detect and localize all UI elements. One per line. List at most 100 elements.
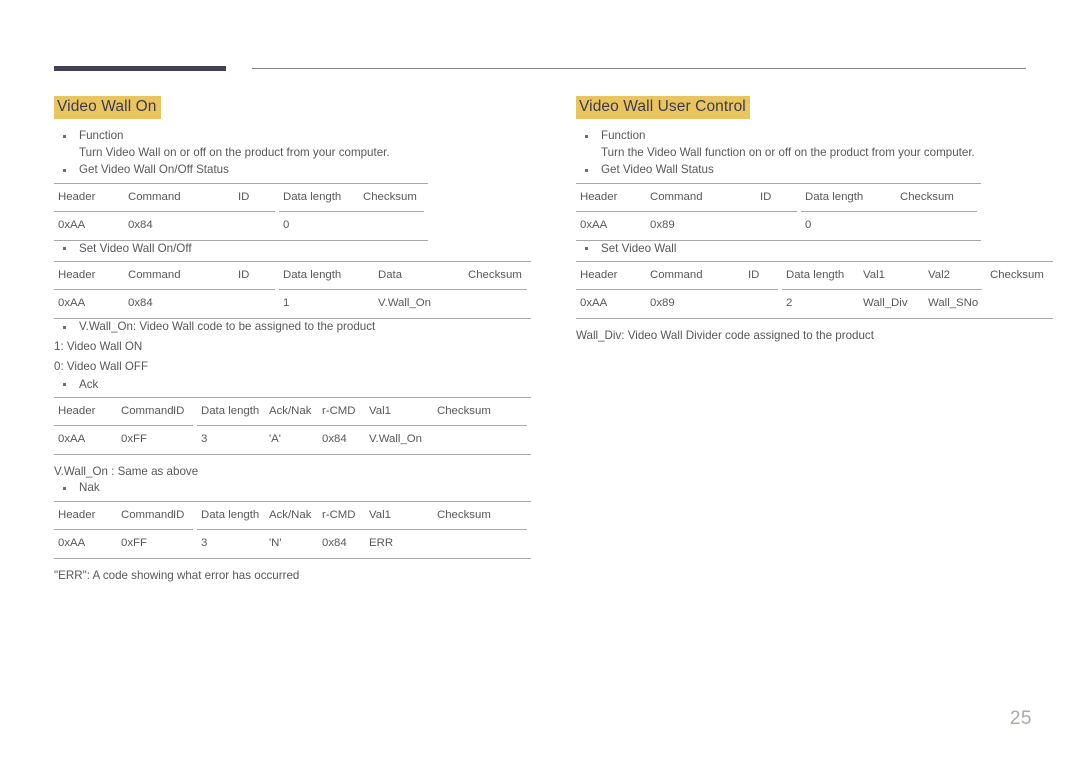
table-cell: 0xFF	[121, 433, 147, 445]
table-footnote: "ERR": A code showing what error has occ…	[54, 568, 300, 582]
bullet-label: Function	[601, 129, 646, 142]
table-midrule	[197, 528, 527, 530]
table-cell: 0x84	[128, 297, 153, 309]
table-row: 0xAA 0x89 0	[576, 211, 981, 240]
column-header: Checksum	[900, 190, 954, 203]
table-midrule	[54, 210, 275, 212]
table-midrule	[279, 210, 424, 212]
column-header: Command	[128, 190, 181, 203]
column-header: ID	[238, 190, 250, 203]
column-header: Header	[58, 508, 96, 521]
column-header: Checksum	[437, 508, 491, 521]
table-cell: V.Wall_On	[378, 297, 431, 309]
column-header: Command	[650, 190, 703, 203]
table-cell: 0xAA	[58, 536, 86, 549]
table-cell: 0xFF	[121, 536, 147, 549]
column-header: Data length	[201, 508, 260, 521]
bullet-label: Ack	[79, 377, 99, 391]
table-midrule	[801, 210, 977, 212]
table-cell: Wall_SNo	[928, 297, 979, 309]
table-row: 0xAA 0xFF 3 'N' 0x84 ERR	[54, 529, 531, 558]
table-header-row: Header Command ID Data length Checksum	[576, 184, 981, 211]
table-row: 0xAA 0x89 2 Wall_Div Wall_SNo	[576, 289, 1053, 318]
column-header: Header	[58, 269, 96, 281]
nak-table: Header Command ID Data length Ack/Nak r-CMD Va…	[54, 500, 531, 559]
column-header: Ack/Nak	[269, 508, 312, 521]
column-header: ID	[238, 269, 250, 281]
page-number: 25	[1009, 708, 1032, 729]
table-cell: 2	[786, 297, 793, 309]
get-video-wall-status-table: Header Command ID Data length Checksum 0xAA 0x…	[576, 182, 981, 241]
bullet-description: Turn Video Wall on or off on the product…	[79, 145, 390, 159]
table-footnote: V.Wall_On : Same as above	[54, 465, 199, 478]
column-header: r-CMD	[322, 508, 356, 521]
column-right: Video Wall User Control Function Turn the …	[576, 96, 1053, 584]
content-columns: Video Wall On Function Turn Video Wall on …	[54, 96, 1053, 584]
column-header: Header	[58, 405, 96, 417]
bullet-label: Set Video Wall	[601, 241, 677, 255]
table-header-row: Header Command ID Data length Checksum	[54, 184, 428, 211]
column-header: Data length	[805, 190, 864, 203]
table-midrule	[54, 289, 275, 290]
table-cell: V.Wall_On	[369, 433, 422, 445]
get-video-wall-onoff-status-table: Header Command ID Data length Checksum 0xAA 0x…	[54, 182, 428, 241]
header-rule-thick	[54, 66, 226, 71]
table-cell: 0x84	[128, 218, 153, 231]
bullet-label: V.Wall_On: Video Wall code to be assigne…	[79, 320, 376, 333]
column-header: Val1	[369, 508, 391, 521]
bullet-item: Ack	[54, 377, 530, 394]
table-header-row: Header Command ID Data length Ack/Nak r-CMD Va…	[54, 502, 531, 529]
table-midrule	[782, 289, 982, 290]
table-cell: 0	[805, 218, 812, 231]
column-header: Checksum	[468, 269, 522, 281]
column-header: Ack/Nak	[269, 405, 312, 417]
bullet-description: Turn the Video Wall function on or off o…	[601, 145, 975, 159]
table-midrule	[197, 425, 527, 426]
table-header-row: Header Command ID Data length Data Checksum	[54, 262, 531, 289]
column-header: Command	[650, 269, 703, 281]
column-header: Val1	[863, 269, 885, 281]
column-header: Data length	[201, 405, 260, 417]
plain-note: 1: Video Wall ON	[54, 339, 143, 353]
column-header: ID	[173, 508, 185, 521]
set-video-wall-onoff-table: Header Command ID Data length Data Checksum 0x…	[54, 261, 531, 319]
table-cell: 1	[283, 297, 290, 309]
table-cell: 0xAA	[580, 218, 608, 231]
column-header: Data length	[786, 269, 845, 281]
column-header: Val1	[369, 405, 391, 417]
table-cell: 0	[283, 218, 290, 231]
column-header: Header	[58, 190, 96, 203]
bullet-item: Function Turn the Video Wall function on …	[576, 128, 1052, 161]
bullet-label: Get Video Wall Status	[601, 163, 714, 176]
table-cell: 3	[201, 536, 208, 549]
table-cell: 0xAA	[58, 297, 86, 309]
column-header: ID	[748, 269, 760, 281]
table-footnote: Wall_Div: Video Wall Divider code assign…	[576, 329, 874, 342]
column-header: Val2	[928, 269, 950, 281]
column-header: Checksum	[990, 269, 1044, 281]
table-cell: 3	[201, 433, 208, 445]
table-cell: 'A'	[269, 433, 281, 445]
column-header: Header	[580, 190, 618, 203]
bullet-item: Nak	[54, 480, 530, 497]
column-header: Command	[128, 269, 181, 281]
table-midrule	[576, 210, 797, 212]
bullet-item: Set Video Wall On/Off	[54, 241, 530, 258]
bullet-item: Get Video Wall On/Off Status	[54, 162, 530, 179]
bullet-item: Get Video Wall Status	[576, 162, 1052, 179]
bullet-label: Nak	[79, 481, 100, 494]
table-midrule	[54, 425, 193, 426]
table-row: 0xAA 0xFF 3 'A' 0x84 V.Wall_On	[54, 425, 531, 454]
column-left: Video Wall On Function Turn Video Wall on …	[54, 96, 531, 584]
bullet-item: V.Wall_On: Video Wall code to be assigne…	[54, 319, 530, 336]
column-header: ID	[760, 190, 772, 203]
table-midrule	[576, 289, 778, 290]
table-row: 0xAA 0x84 0	[54, 211, 428, 240]
table-cell: 0xAA	[58, 433, 86, 445]
table-row: 0xAA 0x84 1 V.Wall_On	[54, 289, 531, 318]
table-cell: ERR	[369, 536, 394, 549]
section-heading-video-wall-user-control: Video Wall User Control	[576, 96, 750, 119]
column-header: Command	[121, 508, 174, 521]
table-cell: 'N'	[269, 536, 282, 549]
column-header: Data	[378, 269, 403, 281]
